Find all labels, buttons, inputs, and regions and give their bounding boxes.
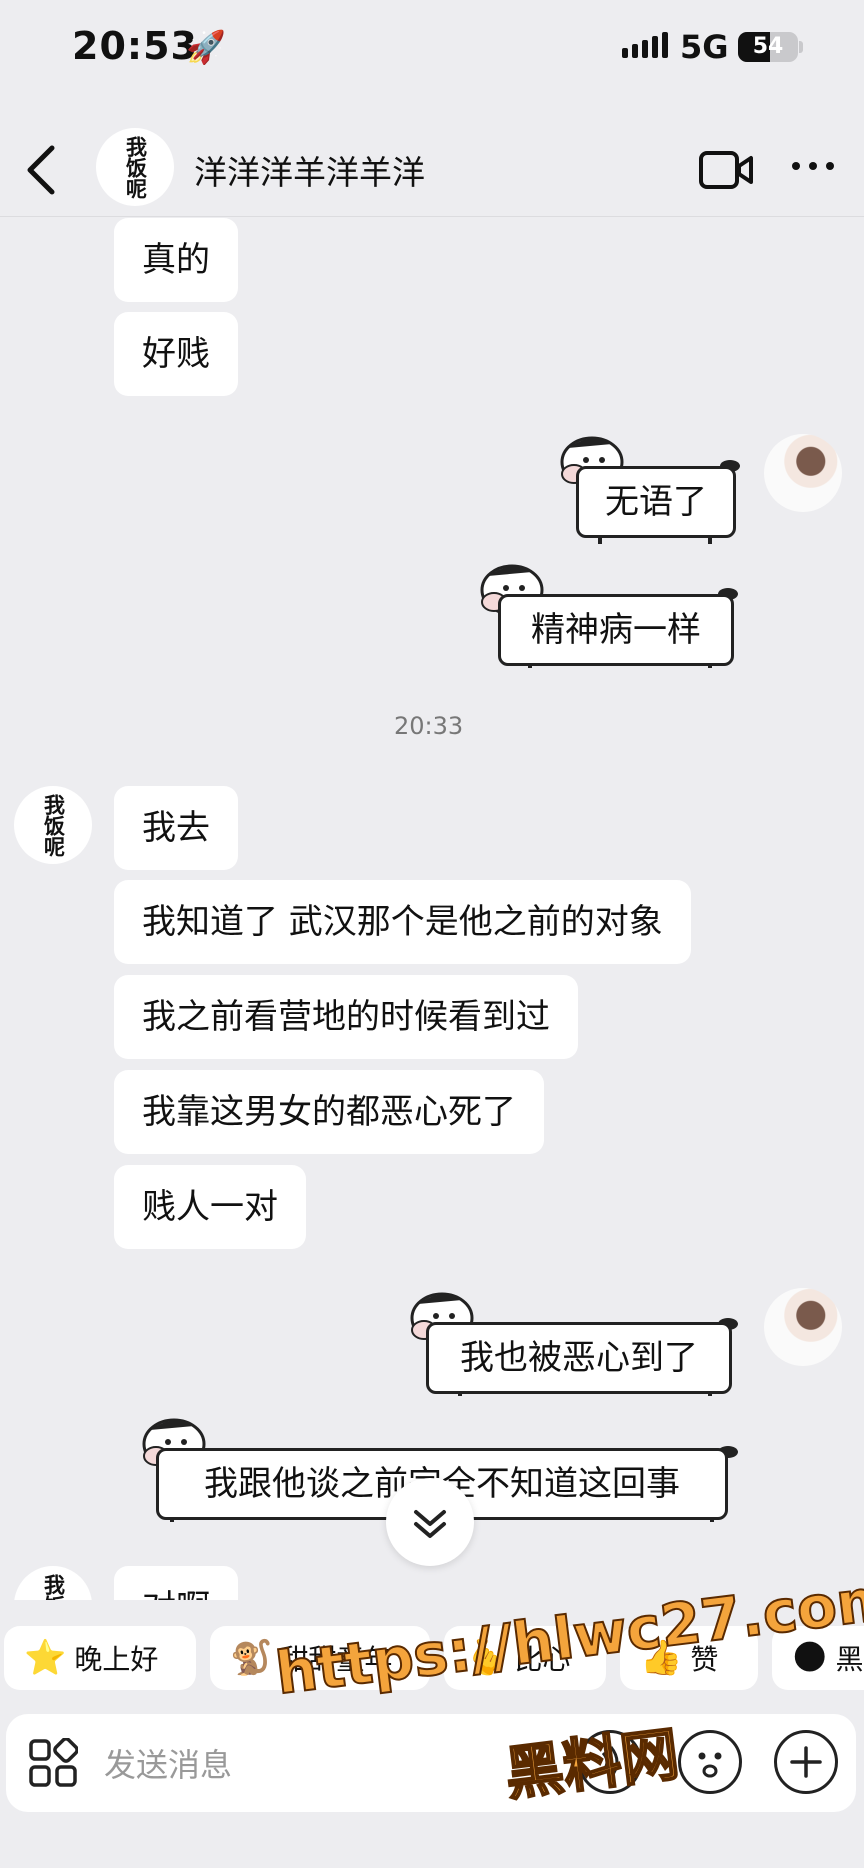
contact-avatar[interactable]: 我饭呢 (14, 1566, 92, 1600)
contact-avatar[interactable]: 我饭呢 (14, 786, 92, 864)
smiley-icon (698, 1752, 722, 1778)
cow-sticker-bubble[interactable]: 我也被恶心到了 (400, 1284, 746, 1396)
message-bubble[interactable]: 我之前看营地的时候看到过 (114, 975, 578, 1059)
message-bubble[interactable]: 我去 (114, 786, 238, 870)
more-dots-icon (792, 162, 834, 170)
scroll-to-bottom-button[interactable] (386, 1478, 474, 1566)
contact-avatar[interactable]: 我饭呢 (96, 128, 174, 206)
user-avatar[interactable] (764, 1288, 842, 1366)
quick-reply-label: 黑 (835, 1643, 864, 1676)
cow-sticker-bubble[interactable]: 无语了 (550, 432, 746, 544)
message-timestamp: 20:33 (394, 712, 464, 740)
message-bubble[interactable]: 对啊 (114, 1566, 238, 1600)
sticker-text: 我也被恶心到了 (426, 1322, 732, 1394)
user-avatar[interactable] (764, 434, 842, 512)
status-time: 20:53 (72, 24, 198, 68)
message-bubble[interactable]: 贱人一对 (114, 1165, 306, 1249)
double-chevron-down-icon (414, 1510, 446, 1538)
message-bubble[interactable]: 好贱 (114, 312, 238, 396)
page-title[interactable]: 洋洋洋羊洋羊洋 (194, 146, 425, 194)
apps-grid-icon (29, 1737, 79, 1787)
battery-tip (799, 41, 803, 53)
message-bubble[interactable]: 我靠这男女的都恶心死了 (114, 1070, 544, 1154)
monkey-emoji-icon: 🐒 (230, 1638, 273, 1678)
video-camera-icon (699, 151, 753, 189)
sticker-text: 无语了 (576, 466, 736, 538)
message-bubble[interactable]: 真的 (114, 218, 238, 302)
sticker-text: 精神病一样 (498, 594, 734, 666)
message-input[interactable]: 发送消息 (104, 1740, 232, 1786)
battery-icon: 54 (738, 32, 798, 62)
quick-reply-label: 晚上好 (74, 1643, 159, 1676)
plus-icon (790, 1746, 822, 1778)
chevron-left-icon (27, 145, 55, 195)
battery-level: 54 (752, 34, 784, 59)
signal-icon (622, 32, 668, 58)
emoji-button[interactable] (678, 1730, 742, 1794)
back-button[interactable] (22, 140, 62, 200)
rocket-icon: 🚀 (186, 28, 226, 66)
quick-reply-chip[interactable]: ⭐ 晚上好 (4, 1626, 196, 1690)
add-button[interactable] (774, 1730, 838, 1794)
network-type: 5G (680, 28, 729, 66)
apps-button[interactable] (28, 1737, 79, 1792)
message-bubble[interactable]: 我知道了 武汉那个是他之前的对象 (114, 880, 691, 964)
cow-sticker-bubble[interactable]: 精神病一样 (470, 556, 746, 668)
video-call-button[interactable] (698, 148, 754, 196)
star-emoji-icon: ⭐ (24, 1638, 67, 1678)
more-button[interactable] (790, 156, 836, 180)
